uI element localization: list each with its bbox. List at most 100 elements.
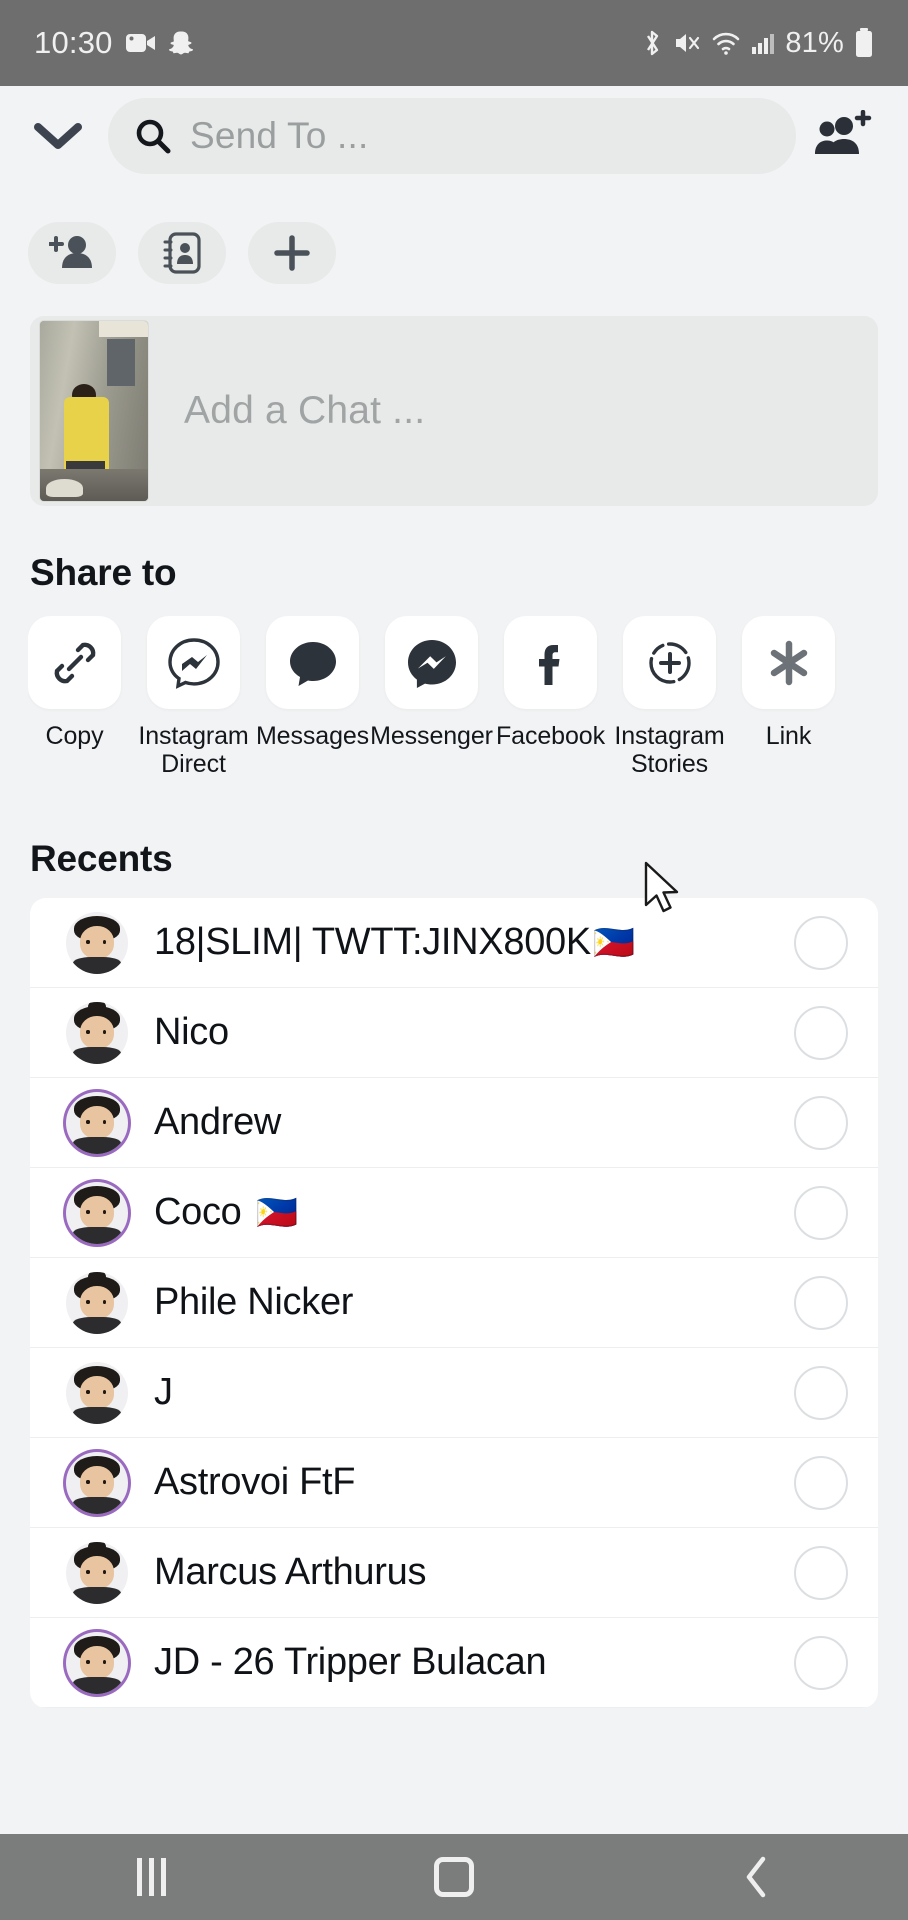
avatar xyxy=(66,1001,128,1064)
phone-screen: 10:30 81% Send To ... Add a Chat ... Sha… xyxy=(0,0,908,1920)
recents-row[interactable]: Marcus Arthurus xyxy=(30,1528,878,1618)
chevron-down-icon[interactable] xyxy=(30,108,86,164)
share-to-row[interactable]: Copy Instagram Direct Messages Messenger… xyxy=(28,616,908,778)
recents-row-name: Astrovoi FtF xyxy=(154,1461,356,1503)
select-checkbox[interactable] xyxy=(794,1455,848,1510)
new-button[interactable] xyxy=(248,222,336,284)
bluetooth-icon xyxy=(641,28,663,58)
country-flag: 🇵🇭 xyxy=(255,1193,298,1232)
avatar xyxy=(66,1361,128,1424)
share-label: Facebook xyxy=(496,722,605,750)
home-button[interactable] xyxy=(394,1834,514,1920)
mute-icon xyxy=(673,29,701,57)
video-camera-icon xyxy=(125,32,156,54)
share-item-facebook[interactable]: Facebook xyxy=(496,616,605,778)
select-checkbox[interactable] xyxy=(794,915,848,970)
share-label: Instagram Stories xyxy=(614,722,725,778)
link-chain-icon xyxy=(28,616,121,709)
recents-row-name: J xyxy=(154,1371,173,1413)
status-bar-right: 81% xyxy=(641,27,874,60)
avatar xyxy=(66,1271,128,1334)
recents-row-name: JD - 26 Tripper Bulacan xyxy=(154,1641,547,1683)
share-label: Instagram Direct xyxy=(138,722,249,778)
avatar xyxy=(66,911,128,974)
facebook-f-icon xyxy=(504,616,597,709)
select-checkbox[interactable] xyxy=(794,1545,848,1600)
recents-row-name: 18|SLIM| TWTT:JINX800K xyxy=(154,921,591,963)
search-icon xyxy=(134,117,172,155)
snapchat-ghost-icon xyxy=(168,30,195,56)
avatar xyxy=(66,1541,128,1604)
select-checkbox[interactable] xyxy=(794,1185,848,1240)
battery-icon xyxy=(854,28,874,58)
recents-row[interactable]: Andrew xyxy=(30,1078,878,1168)
quick-action-pills xyxy=(28,222,336,284)
recents-row[interactable]: Coco 🇵🇭 xyxy=(30,1168,878,1258)
recents-list: 18|SLIM| TWTT:JINX800K 🇵🇭 Nico Andrew Coco 🇵🇭… xyxy=(30,898,878,1708)
address-book-icon xyxy=(162,231,202,275)
send-to-header: Send To ... xyxy=(0,86,908,186)
add-group-icon[interactable] xyxy=(808,101,878,171)
share-item-copy[interactable]: Copy xyxy=(28,616,121,778)
share-item-messages[interactable]: Messages xyxy=(256,616,369,778)
recents-row-name: Phile Nicker xyxy=(154,1281,354,1323)
instagram-story-plus-icon xyxy=(623,616,716,709)
instagram-direct-icon xyxy=(147,616,240,709)
mouse-cursor xyxy=(643,861,687,919)
avatar xyxy=(66,1181,128,1244)
select-checkbox[interactable] xyxy=(794,1275,848,1330)
share-label: Copy xyxy=(45,722,104,750)
share-label: Link xyxy=(765,722,812,750)
facebook-messenger-icon xyxy=(385,616,478,709)
avatar xyxy=(66,1091,128,1154)
add-person-icon xyxy=(49,234,95,272)
select-checkbox[interactable] xyxy=(794,1635,848,1690)
recents-row[interactable]: Nico xyxy=(30,988,878,1078)
plus-icon xyxy=(273,234,311,272)
home-icon xyxy=(433,1857,474,1897)
recents-row[interactable]: J xyxy=(30,1348,878,1438)
wifi-icon xyxy=(711,30,741,56)
status-time: 10:30 xyxy=(34,25,113,60)
recents-row[interactable]: Phile Nicker xyxy=(30,1258,878,1348)
share-item-instagram-stories[interactable]: Instagram Stories xyxy=(614,616,725,778)
share-item-link[interactable]: Link xyxy=(742,616,835,778)
recents-row-name: Marcus Arthurus xyxy=(154,1551,427,1593)
add-chat-placeholder: Add a Chat ... xyxy=(184,389,426,432)
asterisk-icon xyxy=(742,616,835,709)
select-checkbox[interactable] xyxy=(794,1095,848,1150)
add-chat-field[interactable]: Add a Chat ... xyxy=(30,316,878,506)
android-nav-bar xyxy=(0,1834,908,1920)
add-friend-button[interactable] xyxy=(28,222,116,284)
avatar xyxy=(66,1631,128,1694)
status-bar-left: 10:30 xyxy=(34,25,195,61)
status-bar: 10:30 81% xyxy=(0,0,908,86)
share-label: Messenger xyxy=(370,722,493,750)
avatar xyxy=(66,1451,128,1514)
back-chevron-icon xyxy=(742,1854,772,1900)
search-input[interactable]: Send To ... xyxy=(108,98,796,174)
search-placeholder: Send To ... xyxy=(190,115,369,156)
share-to-title: Share to xyxy=(30,552,177,593)
back-button[interactable] xyxy=(697,1834,817,1920)
message-bubble-icon xyxy=(266,616,359,709)
recent-apps-button[interactable] xyxy=(91,1834,211,1920)
recents-row[interactable]: Astrovoi FtF xyxy=(30,1438,878,1528)
recents-row-name: Coco xyxy=(154,1191,242,1233)
recents-title: Recents xyxy=(30,838,173,879)
country-flag: 🇵🇭 xyxy=(592,923,636,962)
share-label: Messages xyxy=(255,722,370,750)
share-item-instagram-direct[interactable]: Instagram Direct xyxy=(138,616,249,778)
snap-preview-thumbnail xyxy=(40,321,148,501)
recents-row-name: Andrew xyxy=(154,1101,282,1143)
recents-row-name: Nico xyxy=(154,1011,229,1053)
share-item-messenger[interactable]: Messenger xyxy=(370,616,493,778)
select-checkbox[interactable] xyxy=(794,1365,848,1420)
battery-percent: 81% xyxy=(785,26,844,59)
recent-apps-icon xyxy=(136,1858,166,1896)
select-checkbox[interactable] xyxy=(794,1005,848,1060)
cellular-signal-icon xyxy=(751,31,775,55)
contacts-button[interactable] xyxy=(138,222,226,284)
recents-row[interactable]: JD - 26 Tripper Bulacan xyxy=(30,1618,878,1708)
recents-row[interactable]: 18|SLIM| TWTT:JINX800K 🇵🇭 xyxy=(30,898,878,988)
